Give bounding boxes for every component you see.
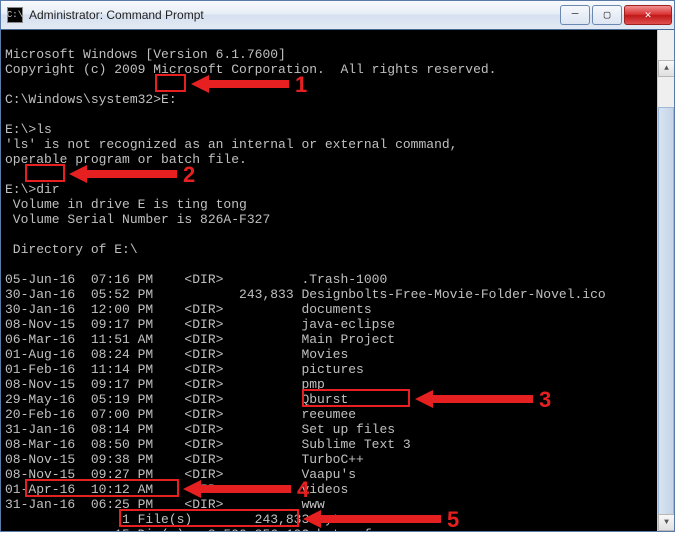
prompt-line: C:\Windows\system32>E:: [5, 92, 177, 107]
window-controls: ─ ▢ ✕: [558, 5, 672, 25]
prompt-line: E:\>dir: [5, 182, 60, 197]
scroll-track[interactable]: [658, 107, 674, 531]
dir-row: 06-Mar-16 11:51 AM <DIR> Main Project: [5, 332, 395, 347]
dir-row: 29-May-16 05:19 PM <DIR> Qburst: [5, 392, 348, 407]
dir-row: 01-Apr-16 10:12 AM <DIR> videos: [5, 482, 348, 497]
dir-row: 08-Nov-15 09:38 PM <DIR> TurboC++: [5, 452, 364, 467]
annotation-arrow-3: 3: [415, 390, 551, 408]
dir-row: 08-Nov-15 09:17 PM <DIR> pmp: [5, 377, 325, 392]
dir-row: 31-Jan-16 06:25 PM <DIR> www: [5, 497, 325, 512]
text-line: Volume Serial Number is 826A-F327: [5, 212, 270, 227]
minimize-button[interactable]: ─: [560, 5, 590, 25]
dir-row: 08-Nov-15 09:17 PM <DIR> java-eclipse: [5, 317, 395, 332]
text-line: 'ls' is not recognized as an internal or…: [5, 137, 457, 152]
prompt-line: E:\>ls: [5, 122, 52, 137]
dir-row: 01-Aug-16 08:24 PM <DIR> Movies: [5, 347, 348, 362]
dir-row: 08-Mar-16 08:50 PM <DIR> Sublime Text 3: [5, 437, 411, 452]
cmd-icon: C:\: [7, 7, 23, 23]
summary-line: 15 Dir(s) 8,590,856,192 bytes free: [5, 527, 395, 531]
dir-row: 05-Jun-16 07:16 PM <DIR> .Trash-1000: [5, 272, 387, 287]
dir-row: 31-Jan-16 08:14 PM <DIR> Set up files: [5, 422, 395, 437]
summary-line: 1 File(s) 243,833 bytes: [5, 512, 356, 527]
terminal-output[interactable]: Microsoft Windows [Version 6.1.7600] Cop…: [1, 30, 674, 531]
text-line: Copyright (c) 2009 Microsoft Corporation…: [5, 62, 496, 77]
cmd-dir: >dir: [28, 182, 59, 197]
text-line: Directory of E:\: [5, 242, 138, 257]
vertical-scrollbar[interactable]: ▲ ▼: [657, 30, 674, 531]
annotation-number: 1: [295, 77, 307, 92]
close-button[interactable]: ✕: [624, 5, 672, 25]
folder-setup-files: Set up files: [301, 422, 395, 437]
titlebar[interactable]: C:\ Administrator: Command Prompt ─ ▢ ✕: [1, 1, 674, 30]
text-line: operable program or batch file.: [5, 152, 247, 167]
dir-row: 20-Feb-16 07:00 PM <DIR> reeumee: [5, 407, 356, 422]
annotation-number: 3: [539, 392, 551, 407]
maximize-button[interactable]: ▢: [592, 5, 622, 25]
cmd-E: >E:: [153, 92, 176, 107]
annotation-arrow-2: 2: [69, 165, 195, 183]
annotation-arrow-1: 1: [191, 75, 307, 93]
scroll-thumb[interactable]: [658, 107, 674, 531]
dir-row: 08-Nov-15 09:27 PM <DIR> Vaapu's: [5, 467, 356, 482]
window-title: Administrator: Command Prompt: [29, 8, 558, 22]
dir-row: 01-Feb-16 11:14 PM <DIR> pictures: [5, 362, 364, 377]
scroll-up-button[interactable]: ▲: [658, 60, 674, 77]
text-line: Microsoft Windows [Version 6.1.7600]: [5, 47, 286, 62]
annotation-number: 5: [447, 512, 459, 527]
scroll-down-button[interactable]: ▼: [658, 514, 674, 531]
annotation-number: 2: [183, 167, 195, 182]
dir-row: 30-Jan-16 12:00 PM <DIR> documents: [5, 302, 372, 317]
text-line: Volume in drive E is ting tong: [5, 197, 247, 212]
command-prompt-window: C:\ Administrator: Command Prompt ─ ▢ ✕ …: [0, 0, 675, 532]
dir-row: 30-Jan-16 05:52 PM 243,833 Designbolts-F…: [5, 287, 606, 302]
